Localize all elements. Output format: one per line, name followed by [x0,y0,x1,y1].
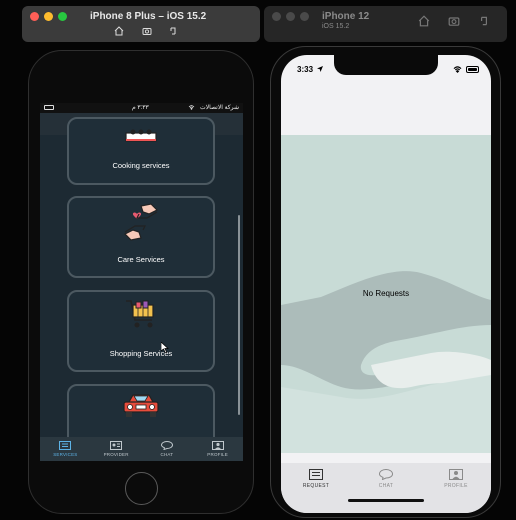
service-card-shopping[interactable]: Shopping Services [67,290,215,372]
rotate-icon[interactable] [478,15,490,27]
home-indicator[interactable] [348,499,424,502]
service-card-label: Cooking services [112,161,170,170]
home-icon[interactable] [114,26,124,36]
tab-chat[interactable]: CHAT [142,437,193,461]
battery-icon [466,66,479,73]
tab-label: CHAT [160,452,174,457]
tab-label: PROFILE [444,483,468,489]
empty-state-message: No Requests [362,289,410,298]
status-time: 3:33 [297,65,324,74]
shopping-cart-icon [126,300,154,328]
close-window-button[interactable] [272,12,281,21]
car-icon [123,394,159,417]
simulator-title: iPhone 8 Plus – iOS 15.2 [90,11,207,22]
tab-profile[interactable]: PROFILE [192,437,243,461]
tab-label: PROFILE [207,452,228,457]
simulator-toolbar-right: iPhone 12 iOS 15.2 [264,6,507,42]
services-icon [59,441,72,450]
profile-icon [449,469,463,480]
window-controls [30,12,67,21]
zoom-window-button[interactable] [58,12,67,21]
close-window-button[interactable] [30,12,39,21]
tab-profile[interactable]: PROFILE [421,463,491,513]
service-card-cooking[interactable]: Cooking services [67,117,215,185]
status-bar: ٣:٣٣ م شركة الاتصالات [40,103,243,113]
cooking-icon [125,129,157,142]
mouse-cursor-icon [161,342,169,353]
status-carrier: شركة الاتصالات [200,105,239,111]
screenshot-icon[interactable] [142,26,152,36]
home-icon[interactable] [418,15,430,27]
scrollbar[interactable] [238,215,240,415]
desktop: iPhone 8 Plus – iOS 15.2 iPhone 12 iOS 1… [0,0,516,520]
simulator-toolbar-left: iPhone 8 Plus – iOS 15.2 [22,6,260,42]
chat-icon [379,469,393,480]
profile-icon [211,441,224,450]
tab-bar: SERVICES PROVIDER CHAT PROFILE [40,437,243,461]
tab-chat[interactable]: CHAT [351,463,421,513]
iphone8-screen: ٣:٣٣ م شركة الاتصالات Cooking services C… [40,103,243,461]
status-time: ٣:٣٣ م [132,105,149,111]
tab-services[interactable]: SERVICES [40,437,91,461]
notch [334,55,438,75]
care-hands-icon [123,203,159,241]
minimize-window-button[interactable] [44,12,53,21]
window-controls [272,12,309,21]
tab-label: CHAT [378,483,394,489]
simulator-subtitle: iOS 15.2 [322,23,350,30]
wifi-icon [188,105,195,110]
battery-icon [44,105,54,110]
tab-label: REQUEST [302,483,330,489]
service-card-label: Shopping Services [109,349,173,358]
tab-label: SERVICES [53,452,78,457]
tab-bar: REQUEST CHAT PROFILE [281,463,491,513]
provider-icon [110,441,123,450]
wifi-icon [453,66,462,73]
home-button[interactable] [125,472,158,505]
requests-content: No Requests [281,135,491,453]
simulator-title: iPhone 12 [322,11,370,22]
tab-request[interactable]: REQUEST [281,463,351,513]
chat-icon [160,441,173,450]
minimize-window-button[interactable] [286,12,295,21]
rotate-icon[interactable] [168,26,178,36]
request-icon [309,469,323,480]
service-card-care[interactable]: Care Services [67,196,215,278]
zoom-window-button[interactable] [300,12,309,21]
location-arrow-icon [317,66,324,72]
iphone12-screen: 3:33 No Requests REQUEST CHAT PROFILE [281,55,491,513]
tab-label: PROVIDER [103,452,129,457]
screenshot-icon[interactable] [448,15,460,27]
tab-provider[interactable]: PROVIDER [91,437,142,461]
service-card-label: Care Services [117,255,165,264]
